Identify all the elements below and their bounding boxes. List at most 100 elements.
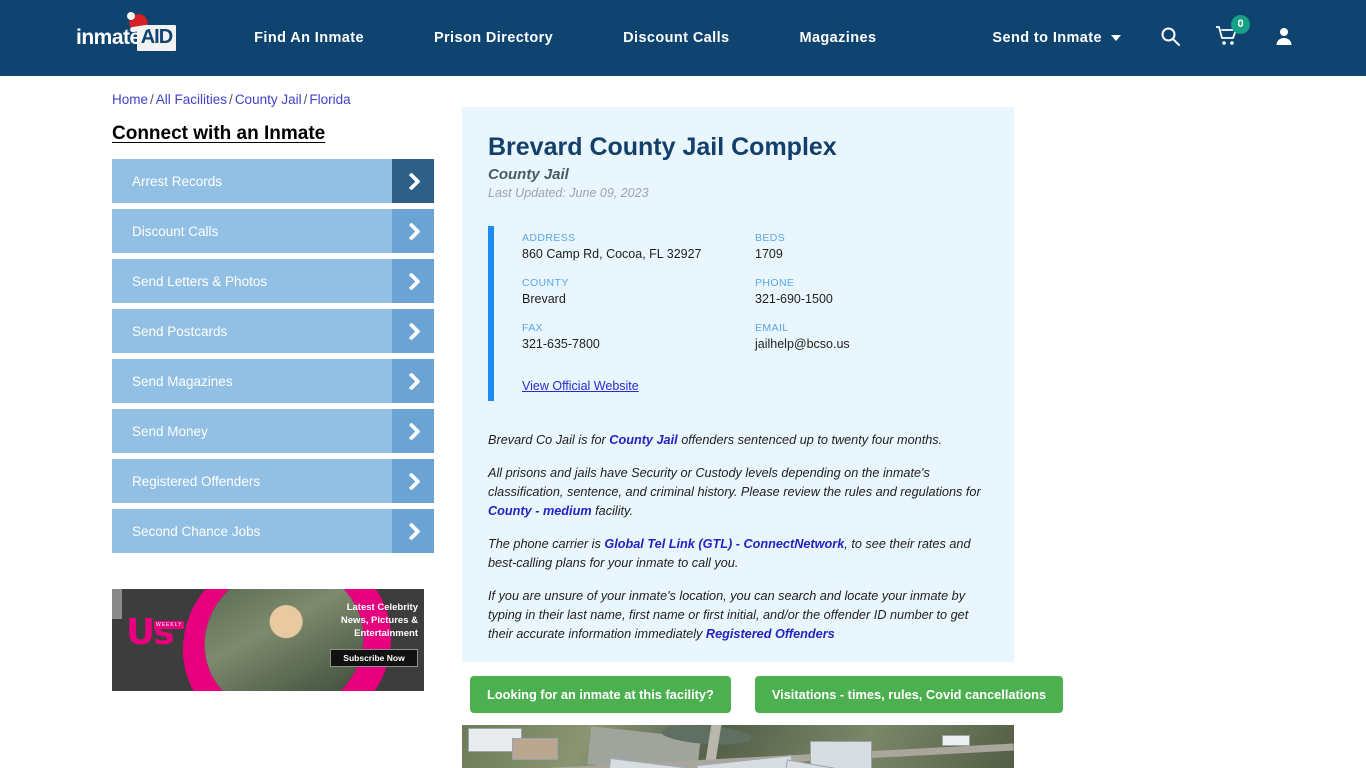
ad-decoration <box>112 589 122 619</box>
page-layout: Connect with an Inmate Arrest Records Di… <box>112 107 1366 768</box>
chevron-right-icon <box>392 409 434 453</box>
breadcrumb-separator: / <box>303 92 308 107</box>
sidebar-title: Connect with an Inmate <box>112 123 326 144</box>
sidebar-item-label: Send Letters & Photos <box>112 259 392 303</box>
field-value: 1709 <box>755 247 783 261</box>
sidebar-item-second-chance-jobs[interactable]: Second Chance Jobs <box>112 509 434 553</box>
sidebar-item-registered-offenders[interactable]: Registered Offenders <box>112 459 434 503</box>
nav-item-prison-directory[interactable]: Prison Directory <box>434 30 553 46</box>
sidebar-item-label: Send Magazines <box>112 359 392 403</box>
field-value: jailhelp@bcso.us <box>755 337 850 351</box>
shopping-cart-icon[interactable]: 0 <box>1215 14 1250 51</box>
main-navigation: Find An Inmate Prison Directory Discount… <box>254 30 1122 46</box>
logo-aid-label: AID <box>140 26 173 48</box>
nav-item-send-to-inmate[interactable]: Send to Inmate <box>992 30 1122 46</box>
sidebar-item-discount-calls[interactable]: Discount Calls <box>112 209 434 253</box>
facility-details-right-column: BEDS 1709 PHONE 321-690-1500 EMAIL jailh… <box>755 232 988 395</box>
header-icon-group: 0 <box>1160 0 1294 76</box>
chevron-down-icon <box>1111 35 1122 42</box>
breadcrumb-separator: / <box>150 92 154 107</box>
ad-brand-sublabel: WEEKLY <box>154 621 185 629</box>
field-label: COUNTY <box>522 277 569 289</box>
desc-text: facility. <box>591 504 633 518</box>
field-value: 860 Camp Rd, Cocoa, FL 32927 <box>522 247 702 261</box>
advertisement-banner[interactable]: Us WEEKLY Latest Celebrity News, Picture… <box>112 589 424 691</box>
sidebar-item-send-money[interactable]: Send Money <box>112 409 434 453</box>
sidebar-item-label: Registered Offenders <box>112 459 392 503</box>
description-link-phone-carrier[interactable]: Global Tel Link (GTL) - ConnectNetwork <box>604 537 844 551</box>
sidebar-item-arrest-records[interactable]: Arrest Records <box>112 159 434 203</box>
field-label: EMAIL <box>755 322 789 334</box>
field-label: PHONE <box>755 277 795 289</box>
description-link-registered-offenders[interactable]: Registered Offenders <box>706 627 835 641</box>
sidebar-item-label: Arrest Records <box>112 159 392 203</box>
nav-item-discount-calls[interactable]: Discount Calls <box>623 30 729 46</box>
facility-description: Brevard Co Jail is for County Jail offen… <box>488 431 988 644</box>
facility-field-county: COUNTY Brevard <box>522 277 755 306</box>
field-label: ADDRESS <box>522 232 576 244</box>
field-value: 321-690-1500 <box>755 292 833 306</box>
facility-field-phone: PHONE 321-690-1500 <box>755 277 988 306</box>
field-value: Brevard <box>522 292 566 306</box>
description-paragraph-3: The phone carrier is Global Tel Link (GT… <box>488 535 988 573</box>
facility-field-beds: BEDS 1709 <box>755 232 988 261</box>
facility-field-email: EMAIL jailhelp@bcso.us <box>755 322 988 351</box>
view-official-website-link[interactable]: View Official Website <box>522 379 639 393</box>
breadcrumb-item-home[interactable]: Home <box>112 92 148 107</box>
chevron-right-icon <box>392 509 434 553</box>
breadcrumb-item-county-jail[interactable]: County Jail <box>235 92 302 107</box>
nav-item-magazines[interactable]: Magazines <box>799 30 876 46</box>
facility-details-left-column: ADDRESS 860 Camp Rd, Cocoa, FL 32927 COU… <box>522 232 755 395</box>
facility-field-address: ADDRESS 860 Camp Rd, Cocoa, FL 32927 <box>522 232 755 261</box>
description-paragraph-4: If you are unsure of your inmate's locat… <box>488 587 988 644</box>
breadcrumb-item-all-facilities[interactable]: All Facilities <box>156 92 227 107</box>
logo-text-inmate: inmate <box>76 26 141 49</box>
chevron-right-icon <box>392 359 434 403</box>
sidebar-item-label: Second Chance Jobs <box>112 509 392 553</box>
sidebar-item-send-postcards[interactable]: Send Postcards <box>112 309 434 353</box>
chevron-right-icon <box>392 159 434 203</box>
site-logo[interactable]: inmate AID <box>76 12 177 58</box>
cta-button-row: Looking for an inmate at this facility? … <box>462 676 1064 713</box>
desc-text: offenders sentenced up to twenty four mo… <box>677 433 943 447</box>
field-label: FAX <box>522 322 544 334</box>
search-icon[interactable] <box>1160 26 1180 51</box>
desc-text: The phone carrier is <box>488 537 605 551</box>
chevron-right-icon <box>392 209 434 253</box>
field-label: BEDS <box>755 232 786 244</box>
desc-text: Brevard Co Jail is for <box>488 433 610 447</box>
desc-text: All prisons and jails have Security or C… <box>488 466 981 499</box>
field-value: 321-635-7800 <box>522 337 600 351</box>
sidebar-item-send-magazines[interactable]: Send Magazines <box>112 359 434 403</box>
ad-copy-line-1: Latest Celebrity <box>346 602 418 613</box>
breadcrumb: Home / All Facilities / County Jail / Florida <box>112 92 1366 107</box>
description-link-county-jail[interactable]: County Jail <box>609 433 677 447</box>
nav-item-find-an-inmate[interactable]: Find An Inmate <box>254 30 364 46</box>
description-link-county-medium[interactable]: County - medium <box>488 504 592 518</box>
visitations-button[interactable]: Visitations - times, rules, Covid cancel… <box>754 676 1064 713</box>
ad-copy-line-3: Entertainment <box>354 628 418 639</box>
breadcrumb-separator: / <box>229 92 233 107</box>
sidebar-item-label: Send Money <box>112 409 392 453</box>
user-account-icon[interactable] <box>1274 26 1294 51</box>
find-inmate-button[interactable]: Looking for an inmate at this facility? <box>470 676 731 713</box>
description-paragraph-1: Brevard Co Jail is for County Jail offen… <box>488 431 988 450</box>
chevron-right-icon <box>392 459 434 503</box>
ad-copy-block: Latest Celebrity News, Pictures & Entert… <box>306 601 418 667</box>
breadcrumb-item-florida[interactable]: Florida <box>309 92 350 107</box>
logo-text-aid: AID <box>126 12 177 51</box>
facility-field-fax: FAX 321-635-7800 <box>522 322 755 351</box>
chevron-right-icon <box>392 259 434 303</box>
chevron-right-icon <box>392 309 434 353</box>
description-paragraph-2: All prisons and jails have Security or C… <box>488 464 988 521</box>
cart-item-count-badge: 0 <box>1231 14 1250 34</box>
page-title: Brevard County Jail Complex <box>488 133 837 161</box>
ad-subscribe-button[interactable]: Subscribe Now <box>330 649 418 667</box>
sidebar-item-label: Send Postcards <box>112 309 392 353</box>
facility-type: County Jail <box>488 166 569 183</box>
facility-aerial-photo <box>462 725 1014 768</box>
main-content: Brevard County Jail Complex County Jail … <box>462 107 1064 768</box>
sidebar-item-send-letters-photos[interactable]: Send Letters & Photos <box>112 259 434 303</box>
ad-copy-line-2: News, Pictures & <box>340 615 418 626</box>
sidebar: Connect with an Inmate Arrest Records Di… <box>112 107 434 768</box>
